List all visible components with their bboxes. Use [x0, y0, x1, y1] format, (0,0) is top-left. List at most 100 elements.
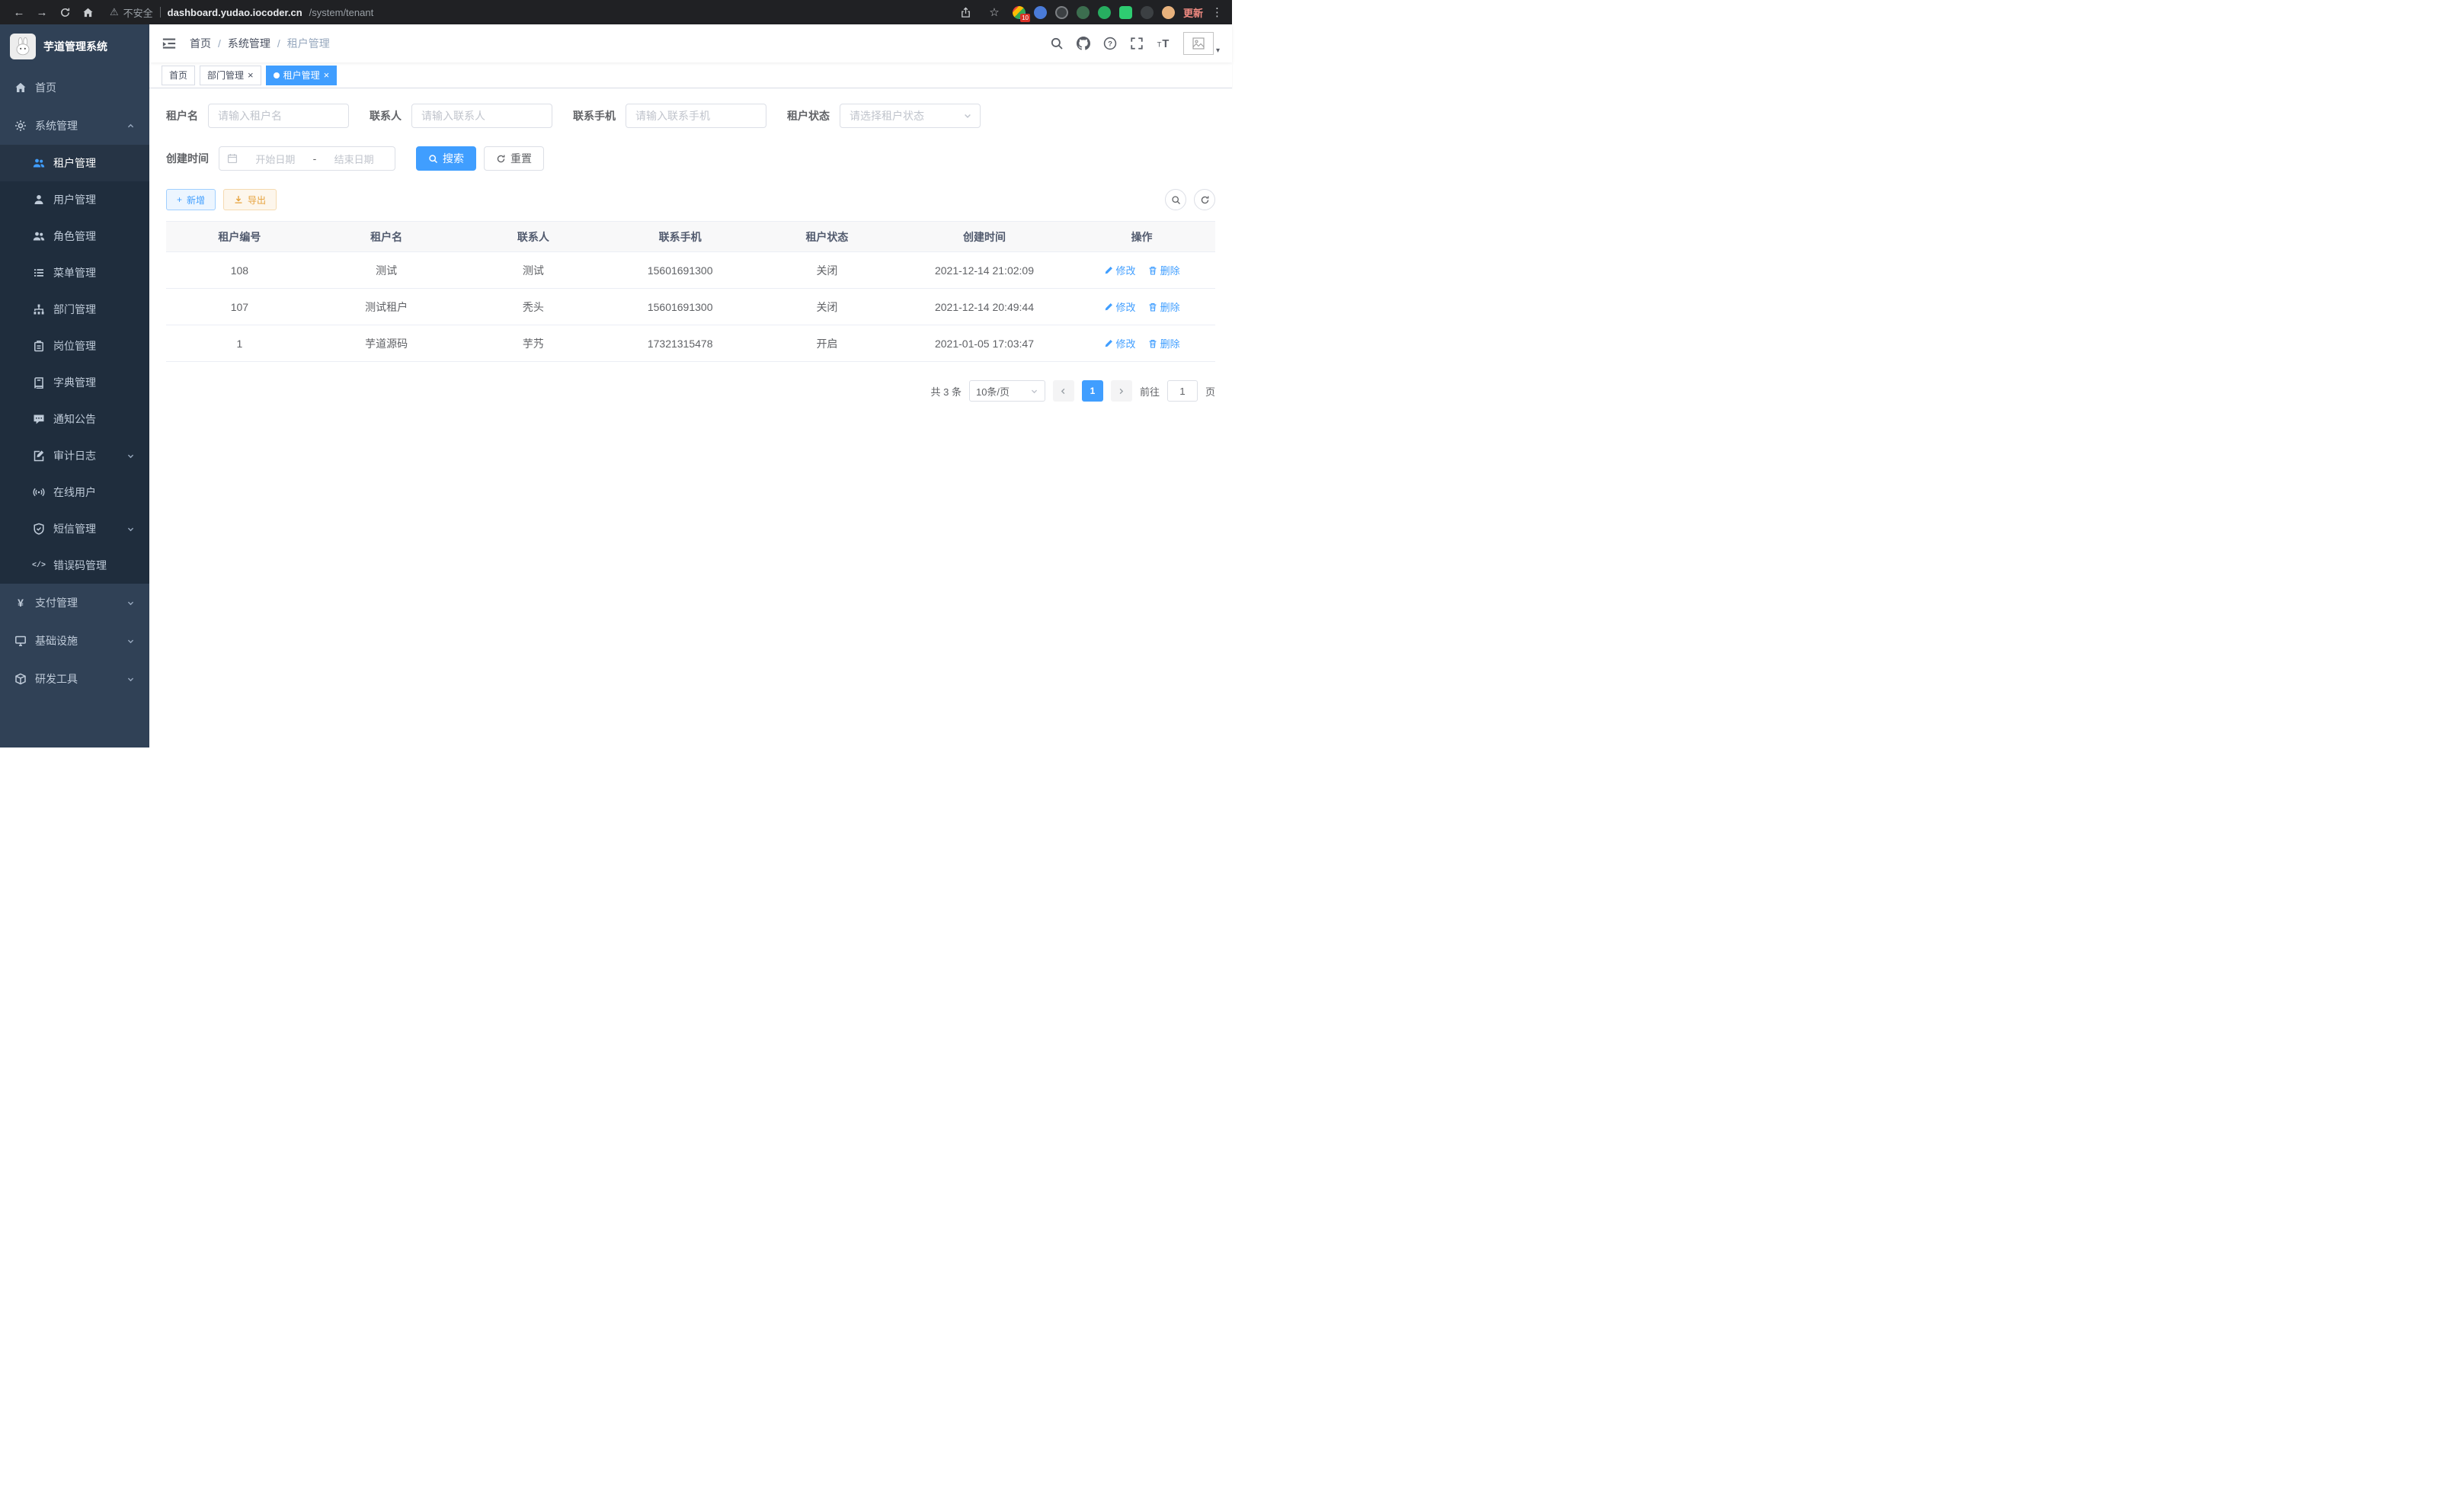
col-contact: 联系人 [460, 222, 607, 252]
delete-button[interactable]: 删除 [1148, 263, 1180, 277]
share-icon[interactable] [956, 3, 976, 21]
bookmark-star-icon[interactable]: ☆ [984, 3, 1004, 21]
font-size-icon[interactable]: TT [1157, 37, 1170, 50]
back-icon[interactable]: ← [9, 3, 29, 21]
top-navbar: 首页 / 系统管理 / 租户管理 ? TT ▾ [149, 24, 1232, 62]
extension-icon-5[interactable] [1098, 6, 1111, 19]
sidebar-item-home[interactable]: 首页 [0, 69, 149, 107]
search-button-label: 搜索 [443, 151, 464, 166]
browser-toolbar: ← → ⚠ 不安全 dashboard.yudao.iocoder.cn/sys… [0, 0, 1232, 24]
breadcrumb-home[interactable]: 首页 [190, 36, 211, 51]
sidebar-toggle-icon[interactable] [162, 36, 177, 51]
breadcrumb-system[interactable]: 系统管理 [228, 36, 270, 51]
export-button[interactable]: 导出 [223, 189, 277, 210]
sidebar-item-dict[interactable]: 字典管理 [0, 364, 149, 401]
app-frame: 芋道管理系统 首页 系统管理 租户管理 用户管理 角色管理 [0, 24, 1232, 748]
sidebar: 芋道管理系统 首页 系统管理 租户管理 用户管理 角色管理 [0, 24, 149, 748]
prev-page-button[interactable] [1053, 380, 1074, 402]
sidebar-item-dept[interactable]: 部门管理 [0, 291, 149, 328]
sidebar-item-errorcode[interactable]: </> 错误码管理 [0, 547, 149, 584]
sidebar-item-online[interactable]: 在线用户 [0, 474, 149, 511]
next-page-button[interactable] [1111, 380, 1132, 402]
field-label: 联系人 [370, 108, 402, 123]
search-icon[interactable] [1050, 37, 1064, 50]
sidebar-item-sms[interactable]: 短信管理 [0, 511, 149, 547]
export-button-label: 导出 [248, 194, 266, 206]
cell-phone: 15601691300 [606, 252, 754, 289]
sidebar-item-user[interactable]: 用户管理 [0, 181, 149, 218]
delete-button[interactable]: 删除 [1148, 299, 1180, 314]
search-button[interactable]: 搜索 [416, 146, 476, 171]
security-status[interactable]: ⚠ 不安全 [110, 5, 153, 20]
page-size-select[interactable]: 10条/页 [969, 380, 1045, 402]
edit-button[interactable]: 修改 [1104, 263, 1136, 277]
sidebar-logo-row[interactable]: 芋道管理系统 [0, 24, 149, 69]
avatar [1183, 32, 1214, 55]
extension-icon-1[interactable]: 10 [1013, 6, 1026, 19]
sidebar-item-label: 租户管理 [53, 155, 96, 171]
page-size-value: 10条/页 [976, 384, 1010, 399]
sidebar-item-audit[interactable]: 审计日志 [0, 437, 149, 474]
extension-icon-6[interactable] [1119, 6, 1132, 19]
edit-button[interactable]: 修改 [1104, 336, 1136, 351]
browser-menu-icon[interactable]: ⋮ [1211, 5, 1223, 19]
sidebar-item-menu[interactable]: 菜单管理 [0, 255, 149, 291]
refresh-table-button[interactable] [1194, 189, 1215, 210]
page-number-button[interactable]: 1 [1082, 380, 1103, 402]
id-badge-icon [33, 340, 45, 352]
chevron-down-icon [126, 675, 135, 683]
close-icon[interactable]: × [248, 70, 254, 80]
forward-icon[interactable]: → [32, 3, 52, 21]
delete-button[interactable]: 删除 [1148, 336, 1180, 351]
edit-label: 修改 [1116, 263, 1136, 277]
sidebar-item-label: 岗位管理 [53, 338, 96, 354]
contact-input[interactable] [411, 104, 552, 128]
chevron-down-icon [126, 452, 135, 460]
edit-button[interactable]: 修改 [1104, 299, 1136, 314]
cell-phone: 15601691300 [606, 289, 754, 325]
end-date-placeholder[interactable]: 结束日期 [321, 152, 387, 166]
status-select[interactable]: 请选择租户状态 [840, 104, 981, 128]
goto-page-input[interactable] [1167, 380, 1198, 402]
phone-input[interactable] [626, 104, 766, 128]
browser-update-button[interactable]: 更新 [1183, 5, 1203, 20]
sidebar-item-notice[interactable]: 通知公告 [0, 401, 149, 437]
add-button[interactable]: + 新增 [166, 189, 216, 210]
col-phone: 联系手机 [606, 222, 754, 252]
col-tenant-id: 租户编号 [166, 222, 313, 252]
search-icon [428, 154, 438, 164]
extension-icon-7[interactable] [1141, 6, 1154, 19]
sidebar-item-infra[interactable]: 基础设施 [0, 622, 149, 660]
filter-tenant-name: 租户名 [166, 104, 349, 128]
sidebar-item-payment[interactable]: ¥ 支付管理 [0, 584, 149, 622]
extension-icon-3[interactable] [1055, 6, 1068, 19]
browser-home-icon[interactable] [78, 3, 98, 21]
tenant-name-input[interactable] [208, 104, 349, 128]
user-menu[interactable]: ▾ [1183, 32, 1220, 55]
reload-icon[interactable] [55, 3, 75, 21]
address-bar[interactable]: ⚠ 不安全 dashboard.yudao.iocoder.cn/system/… [110, 5, 953, 20]
extension-icon-2[interactable] [1034, 6, 1047, 19]
table-row: 1 芋道源码 芋艿 17321315478 开启 2021-01-05 17:0… [166, 325, 1215, 362]
tag-home[interactable]: 首页 [162, 66, 195, 85]
date-range-picker[interactable]: 开始日期 - 结束日期 [219, 146, 395, 171]
sidebar-item-devtools[interactable]: 研发工具 [0, 660, 149, 698]
tag-dept[interactable]: 部门管理 × [200, 66, 261, 85]
sidebar-item-role[interactable]: 角色管理 [0, 218, 149, 255]
sidebar-item-tenant[interactable]: 租户管理 [0, 145, 149, 181]
tag-tenant[interactable]: 租户管理 × [266, 66, 338, 85]
profile-avatar-icon[interactable] [1162, 6, 1175, 19]
start-date-placeholder[interactable]: 开始日期 [242, 152, 309, 166]
col-tenant-name: 租户名 [313, 222, 460, 252]
sidebar-item-system[interactable]: 系统管理 [0, 107, 149, 145]
navbar-actions: ? TT ▾ [1050, 32, 1220, 55]
toggle-search-button[interactable] [1165, 189, 1186, 210]
reset-button[interactable]: 重置 [484, 146, 544, 171]
help-icon[interactable]: ? [1103, 37, 1117, 50]
extension-icon-4[interactable] [1077, 6, 1090, 19]
sidebar-item-label: 短信管理 [53, 521, 96, 536]
github-icon[interactable] [1077, 37, 1090, 50]
fullscreen-icon[interactable] [1130, 37, 1144, 50]
sidebar-item-post[interactable]: 岗位管理 [0, 328, 149, 364]
close-icon[interactable]: × [324, 70, 330, 80]
